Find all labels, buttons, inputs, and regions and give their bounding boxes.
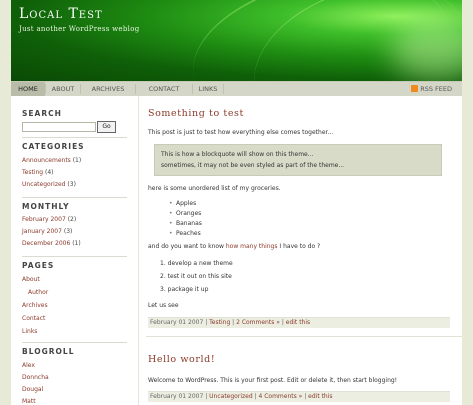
archive-month-item[interactable]: January 2007 (3) <box>22 228 72 235</box>
archive-month-item[interactable]: February 2007 (2) <box>22 216 76 223</box>
content: Something to test This post is just to t… <box>146 96 462 405</box>
post-paragraph: Let us see <box>148 302 179 309</box>
post-meta: February 01 2007 | Testing | 2 Comments … <box>148 317 450 328</box>
sidebar-divider <box>22 197 127 198</box>
edit-post-link[interactable]: edit this <box>286 319 310 326</box>
main-area: SEARCH Go CATEGORIES Announcements (1) T… <box>11 96 462 405</box>
post-paragraph: This post is just to test how everything… <box>148 129 334 136</box>
main-nav: HOME ABOUT ARCHIVES CONTACT LINKS RSS FE… <box>11 81 462 97</box>
blockquote: This is how a blockquote will show on th… <box>154 144 442 176</box>
nav-about[interactable]: ABOUT <box>46 82 80 96</box>
blogroll-heading: BLOGROLL <box>22 347 75 356</box>
post-title[interactable]: Hello world! <box>148 354 215 365</box>
nav-links[interactable]: LINKS <box>193 82 223 96</box>
page-link-archives[interactable]: Archives <box>22 302 48 309</box>
site-header: Local Test Just another WordPress weblog <box>11 0 462 81</box>
category-item[interactable]: Testing (4) <box>22 169 54 176</box>
post-date: February 01 2007 | <box>150 319 210 326</box>
nav-archives[interactable]: ARCHIVES <box>81 82 135 96</box>
monthly-heading: MONTHLY <box>22 202 70 211</box>
page: Local Test Just another WordPress weblog… <box>0 0 473 405</box>
ordered-list-item: 3. package it up <box>160 286 209 293</box>
list-item: Bananas <box>169 220 202 227</box>
page-link-about[interactable]: About <box>22 276 40 283</box>
sidebar-divider <box>22 137 127 138</box>
blogroll-link[interactable]: Donncha <box>22 374 49 381</box>
nav-divider <box>223 84 224 94</box>
nav-home[interactable]: HOME <box>11 82 45 96</box>
rss-feed-link[interactable]: RSS FEED <box>411 82 452 96</box>
post-paragraph: and do you want to know how many things … <box>148 243 321 250</box>
list-item: Oranges <box>169 210 201 217</box>
categories-heading: CATEGORIES <box>22 142 85 151</box>
ordered-list-item: 1. develop a new theme <box>160 260 233 267</box>
list-item: Apples <box>169 200 196 207</box>
post-paragraph: here is some unordered list of my grocer… <box>148 185 281 192</box>
page-link-contact[interactable]: Contact <box>22 315 45 322</box>
post-category-link[interactable]: Uncategorized <box>209 393 252 400</box>
blockquote-line: This is how a blockquote will show on th… <box>161 151 314 158</box>
site-title[interactable]: Local Test <box>19 6 103 22</box>
rss-icon <box>411 85 419 92</box>
post-category-link[interactable]: Testing <box>209 319 230 326</box>
post-date: February 01 2007 | <box>150 393 210 400</box>
post-divider <box>146 336 462 337</box>
pages-heading: PAGES <box>22 261 55 270</box>
blockquote-line: sometimes, it may not be even styled as … <box>161 162 345 169</box>
sidebar-divider <box>22 342 127 343</box>
post-paragraph: Welcome to WordPress. This is your first… <box>148 377 398 384</box>
page-link-author[interactable]: Author <box>28 289 48 296</box>
post-comments-link[interactable]: 2 Comments » <box>236 319 280 326</box>
blogroll-link[interactable]: Dougal <box>22 386 43 393</box>
post-comments-link[interactable]: 4 Comments » <box>258 393 302 400</box>
post-title[interactable]: Something to test <box>148 108 244 119</box>
sidebar: SEARCH Go CATEGORIES Announcements (1) T… <box>11 96 139 405</box>
blogroll-link[interactable]: Alex <box>22 362 35 369</box>
blogroll-link[interactable]: Matt <box>22 398 36 405</box>
archive-month-item[interactable]: December 2006 (1) <box>22 240 81 247</box>
search-input[interactable] <box>22 122 96 132</box>
ordered-list-item: 2. test it out on this site <box>160 273 232 280</box>
search-button[interactable]: Go <box>97 121 116 133</box>
page-link-links[interactable]: Links <box>22 328 37 335</box>
edit-post-link[interactable]: edit this <box>308 393 332 400</box>
rss-label: RSS FEED <box>420 85 452 93</box>
inline-link[interactable]: how many things <box>226 243 278 250</box>
list-item: Peaches <box>169 230 201 237</box>
category-item[interactable]: Uncategorized (3) <box>22 181 76 188</box>
post-meta: February 01 2007 | Uncategorized | 4 Com… <box>148 391 450 402</box>
search-heading: SEARCH <box>22 109 62 118</box>
nav-contact[interactable]: CONTACT <box>136 82 192 96</box>
sidebar-divider <box>22 256 127 257</box>
site-tagline: Just another WordPress weblog <box>19 25 140 33</box>
category-item[interactable]: Announcements (1) <box>22 157 81 164</box>
